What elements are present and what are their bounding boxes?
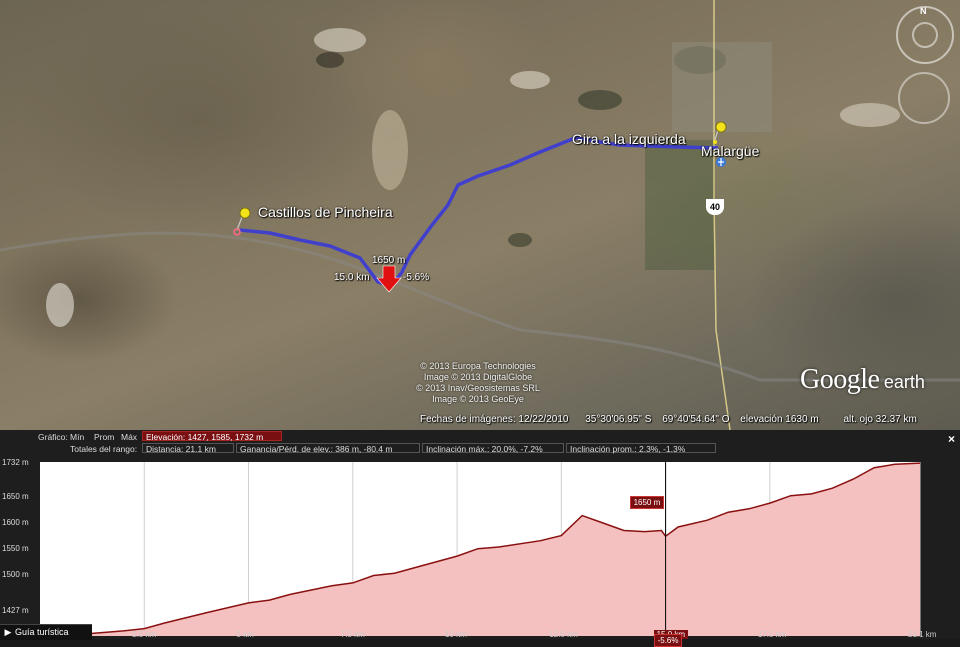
- attribution-line: © 2013 Europa Technologies: [420, 361, 536, 371]
- x-tick-label: 10 km: [445, 630, 467, 639]
- x-tick-label: 5 km: [236, 630, 254, 639]
- label-malargue: Malargüe: [701, 143, 760, 159]
- max-slope-box: Inclinación máx.: 20.0%, -7.2%: [422, 443, 564, 454]
- gain-loss-box: Ganancia/Pérd. de elev.: 386 m, -80.4 m: [236, 443, 420, 454]
- compass-icon[interactable]: N: [896, 6, 954, 64]
- google-earth-logo: Google earth: [800, 364, 925, 396]
- label-gira: Gira a la izquierda: [572, 131, 686, 147]
- tour-guide-label: Guía turística: [15, 627, 69, 637]
- logo-earth: earth: [883, 372, 925, 392]
- river: [0, 231, 960, 382]
- range-totals-label: Totales del rango:: [70, 444, 138, 454]
- compass-ring[interactable]: [912, 22, 938, 48]
- position-arrow: [376, 265, 402, 293]
- imagery-date: Fechas de imágenes: 12/22/2010: [420, 414, 569, 425]
- x-tick-label: 12.5 km: [549, 630, 578, 639]
- farmland: [645, 140, 715, 270]
- avg-slope-box: Inclinación prom.: 2.3%, -1.3%: [566, 443, 716, 454]
- distance-box: Distancia: 21.1 km: [142, 443, 234, 454]
- look-joystick-icon[interactable]: [898, 72, 950, 124]
- cursor-elevation: elevación 1630 m: [740, 414, 819, 425]
- tour-guide-icon: ▶: [4, 627, 12, 637]
- cursor-elevation-box: 1650 m: [629, 495, 665, 509]
- status-bar: Fechas de imágenes: 12/22/2010 35°30'06.…: [420, 414, 925, 425]
- x-tick-label: 17.5 km: [757, 630, 787, 639]
- elevation-chart[interactable]: [0, 456, 960, 639]
- map-view[interactable]: Castillos de Pincheira Gira a la izquier…: [0, 0, 960, 430]
- chart-row-label: Gráfico:: [38, 432, 68, 442]
- logo-google: Google: [800, 364, 880, 395]
- tour-guide-button[interactable]: ▶ Guía turística: [0, 624, 92, 640]
- profile-header: Gráfico: Mín Prom Máx Elevación: 1427, 1…: [0, 430, 960, 456]
- label-castillos: Castillos de Pincheira: [258, 204, 393, 220]
- latitude: 35°30'06.95" S: [585, 414, 652, 425]
- route-40-shield: 40: [706, 199, 724, 215]
- chart-avg[interactable]: Prom: [94, 432, 114, 442]
- elevation-box[interactable]: Elevación: 1427, 1585, 1732 m: [142, 431, 282, 442]
- x-tick-label: 2.5 km: [132, 630, 157, 639]
- marker-distance: 15.0 km: [334, 272, 370, 283]
- attribution-line: Image © 2013 DigitalGlobe: [423, 372, 533, 382]
- chart-max[interactable]: Máx: [121, 432, 137, 442]
- elevation-profile-panel: Gráfico: Mín Prom Máx Elevación: 1427, 1…: [0, 430, 960, 647]
- cursor-slope-box: -5.6%: [653, 634, 683, 647]
- attribution-line: © 2013 Inav/Geosistemas SRL: [416, 383, 540, 393]
- x-tick-label: 21.1 km: [908, 630, 937, 639]
- x-tick-label: 7.5 km: [340, 630, 365, 639]
- close-icon[interactable]: ×: [948, 432, 955, 446]
- eye-altitude: alt. ojo 32.37 km: [843, 414, 917, 425]
- longitude: 69°40'54.64" O: [662, 414, 730, 425]
- marker-slope: -5.6%: [403, 272, 430, 283]
- compass-north-label: N: [920, 6, 927, 16]
- chart-min[interactable]: Mín: [70, 432, 84, 442]
- attribution-line: Image © 2013 GeoEye: [432, 394, 524, 404]
- marker-elevation: 1650 m: [372, 255, 406, 266]
- town-area: [672, 42, 772, 132]
- attribution: © 2013 Europa Technologies Image © 2013 …: [398, 361, 558, 405]
